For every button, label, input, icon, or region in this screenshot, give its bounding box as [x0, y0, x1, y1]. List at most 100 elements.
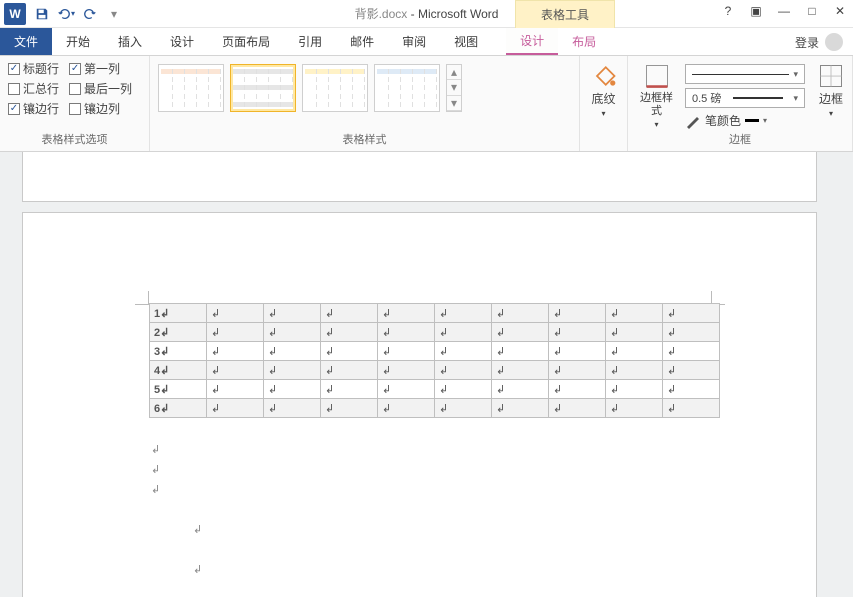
tab-file[interactable]: 文件 — [0, 28, 52, 55]
table-cell[interactable]: ↲ — [321, 380, 378, 399]
table-cell[interactable]: ↲ — [378, 342, 435, 361]
table-cell[interactable]: ↲ — [264, 361, 321, 380]
tab-mailings[interactable]: 邮件 — [336, 28, 388, 55]
table-cell[interactable]: ↲ — [378, 380, 435, 399]
page-current[interactable]: 1↲↲↲↲↲↲↲↲↲↲2↲↲↲↲↲↲↲↲↲↲3↲↲↲↲↲↲↲↲↲↲4↲↲↲↲↲↲… — [22, 212, 817, 597]
table-cell[interactable]: ↲ — [321, 304, 378, 323]
table-cell[interactable]: 6↲ — [150, 399, 207, 418]
tab-view[interactable]: 视图 — [440, 28, 492, 55]
table-cell[interactable]: ↲ — [264, 380, 321, 399]
styles-scroller[interactable]: ▴▾▾ — [446, 64, 462, 112]
checkbox-banded-rows[interactable]: 镶边行 — [8, 100, 59, 117]
tab-table-layout[interactable]: 布局 — [558, 28, 610, 55]
table-cell[interactable]: ↲ — [207, 399, 264, 418]
border-styles-button[interactable]: 边框样 式▾ — [636, 60, 677, 131]
table-cell[interactable]: ↲ — [207, 380, 264, 399]
table-cell[interactable]: ↲ — [549, 399, 606, 418]
table-cell[interactable]: ↲ — [264, 323, 321, 342]
table-cell[interactable]: ↲ — [435, 323, 492, 342]
table-cell[interactable]: ↲ — [321, 342, 378, 361]
checkbox-first-column[interactable]: 第一列 — [69, 60, 120, 77]
close-button[interactable]: ✕ — [833, 4, 847, 18]
scroll-down-icon[interactable]: ▾ — [447, 80, 461, 95]
table-cell[interactable]: ↲ — [378, 304, 435, 323]
scroll-up-icon[interactable]: ▴ — [447, 65, 461, 80]
table-row[interactable]: 6↲↲↲↲↲↲↲↲↲↲ — [150, 399, 720, 418]
qat-customize-button[interactable]: ▾ — [102, 2, 126, 26]
help-button[interactable]: ? — [721, 4, 735, 18]
document-area[interactable]: 1↲↲↲↲↲↲↲↲↲↲2↲↲↲↲↲↲↲↲↲↲3↲↲↲↲↲↲↲↲↲↲4↲↲↲↲↲↲… — [0, 152, 853, 597]
line-style-selector[interactable]: ▾ — [685, 64, 805, 84]
table-cell[interactable]: 2↲ — [150, 323, 207, 342]
table-cell[interactable]: ↲ — [606, 361, 663, 380]
table-cell[interactable]: ↲ — [492, 361, 549, 380]
checkbox-total-row[interactable]: 汇总行 — [8, 80, 59, 97]
borders-button[interactable]: 边框▾ — [813, 60, 849, 122]
table-cell[interactable]: ↲ — [492, 380, 549, 399]
table-cell[interactable]: ↲ — [492, 323, 549, 342]
checkbox-last-column[interactable]: 最后一列 — [69, 80, 132, 97]
table-cell[interactable]: ↲ — [435, 304, 492, 323]
table-cell[interactable]: ↲ — [606, 380, 663, 399]
table-style-4[interactable] — [374, 64, 440, 112]
table-cell[interactable]: ↲ — [378, 323, 435, 342]
table-cell[interactable]: ↲ — [606, 323, 663, 342]
tab-design[interactable]: 设计 — [156, 28, 208, 55]
table-cell[interactable]: ↲ — [207, 304, 264, 323]
table-row[interactable]: 5↲↲↲↲↲↲↲↲↲↲ — [150, 380, 720, 399]
document-table[interactable]: 1↲↲↲↲↲↲↲↲↲↲2↲↲↲↲↲↲↲↲↲↲3↲↲↲↲↲↲↲↲↲↲4↲↲↲↲↲↲… — [149, 303, 720, 418]
table-cell[interactable]: ↲ — [549, 380, 606, 399]
table-cell[interactable]: ↲ — [321, 323, 378, 342]
table-cell[interactable]: ↲ — [663, 361, 720, 380]
maximize-button[interactable]: □ — [805, 4, 819, 18]
table-style-3[interactable] — [302, 64, 368, 112]
checkbox-header-row[interactable]: 标题行 — [8, 60, 59, 77]
table-cell[interactable]: ↲ — [264, 304, 321, 323]
table-cell[interactable]: ↲ — [492, 304, 549, 323]
minimize-button[interactable]: — — [777, 4, 791, 18]
table-cell[interactable]: ↲ — [606, 342, 663, 361]
sign-in-button[interactable]: 登录 — [795, 28, 843, 56]
table-cell[interactable]: ↲ — [378, 399, 435, 418]
table-cell[interactable]: ↲ — [321, 361, 378, 380]
table-cell[interactable]: ↲ — [492, 399, 549, 418]
table-cell[interactable]: ↲ — [321, 399, 378, 418]
table-cell[interactable]: ↲ — [663, 342, 720, 361]
line-weight-selector[interactable]: 0.5 磅▾ — [685, 88, 805, 108]
table-cell[interactable]: ↲ — [207, 323, 264, 342]
tab-home[interactable]: 开始 — [52, 28, 104, 55]
table-cell[interactable]: ↲ — [264, 399, 321, 418]
table-cell[interactable]: ↲ — [606, 399, 663, 418]
table-row[interactable]: 4↲↲↲↲↲↲↲↲↲↲ — [150, 361, 720, 380]
table-cell[interactable]: 5↲ — [150, 380, 207, 399]
table-cell[interactable]: ↲ — [663, 304, 720, 323]
table-cell[interactable]: ↲ — [549, 361, 606, 380]
save-button[interactable] — [30, 2, 54, 26]
pen-color-button[interactable]: 笔颜色 ▾ — [685, 112, 805, 129]
table-cell[interactable]: ↲ — [663, 323, 720, 342]
table-cell[interactable]: ↲ — [663, 399, 720, 418]
tab-review[interactable]: 审阅 — [388, 28, 440, 55]
table-cell[interactable]: ↲ — [549, 342, 606, 361]
tab-table-design[interactable]: 设计 — [506, 28, 558, 55]
table-cell[interactable]: ↲ — [207, 342, 264, 361]
tab-page-layout[interactable]: 页面布局 — [208, 28, 284, 55]
table-cell[interactable]: ↲ — [663, 380, 720, 399]
tab-insert[interactable]: 插入 — [104, 28, 156, 55]
undo-button[interactable]: ▾ — [54, 2, 78, 26]
table-cell[interactable]: ↲ — [549, 304, 606, 323]
shading-button[interactable]: 底纹 ▾ — [586, 60, 622, 122]
tab-references[interactable]: 引用 — [284, 28, 336, 55]
table-style-1[interactable] — [158, 64, 224, 112]
table-row[interactable]: 3↲↲↲↲↲↲↲↲↲↲ — [150, 342, 720, 361]
table-cell[interactable]: ↲ — [435, 361, 492, 380]
table-cell[interactable]: ↲ — [549, 323, 606, 342]
table-row[interactable]: 1↲↲↲↲↲↲↲↲↲↲ — [150, 304, 720, 323]
scroll-more-icon[interactable]: ▾ — [447, 96, 461, 111]
table-row[interactable]: 2↲↲↲↲↲↲↲↲↲↲ — [150, 323, 720, 342]
table-cell[interactable]: 1↲ — [150, 304, 207, 323]
table-cell[interactable]: 4↲ — [150, 361, 207, 380]
table-cell[interactable]: ↲ — [435, 399, 492, 418]
table-cell[interactable]: ↲ — [378, 361, 435, 380]
table-cell[interactable]: 3↲ — [150, 342, 207, 361]
